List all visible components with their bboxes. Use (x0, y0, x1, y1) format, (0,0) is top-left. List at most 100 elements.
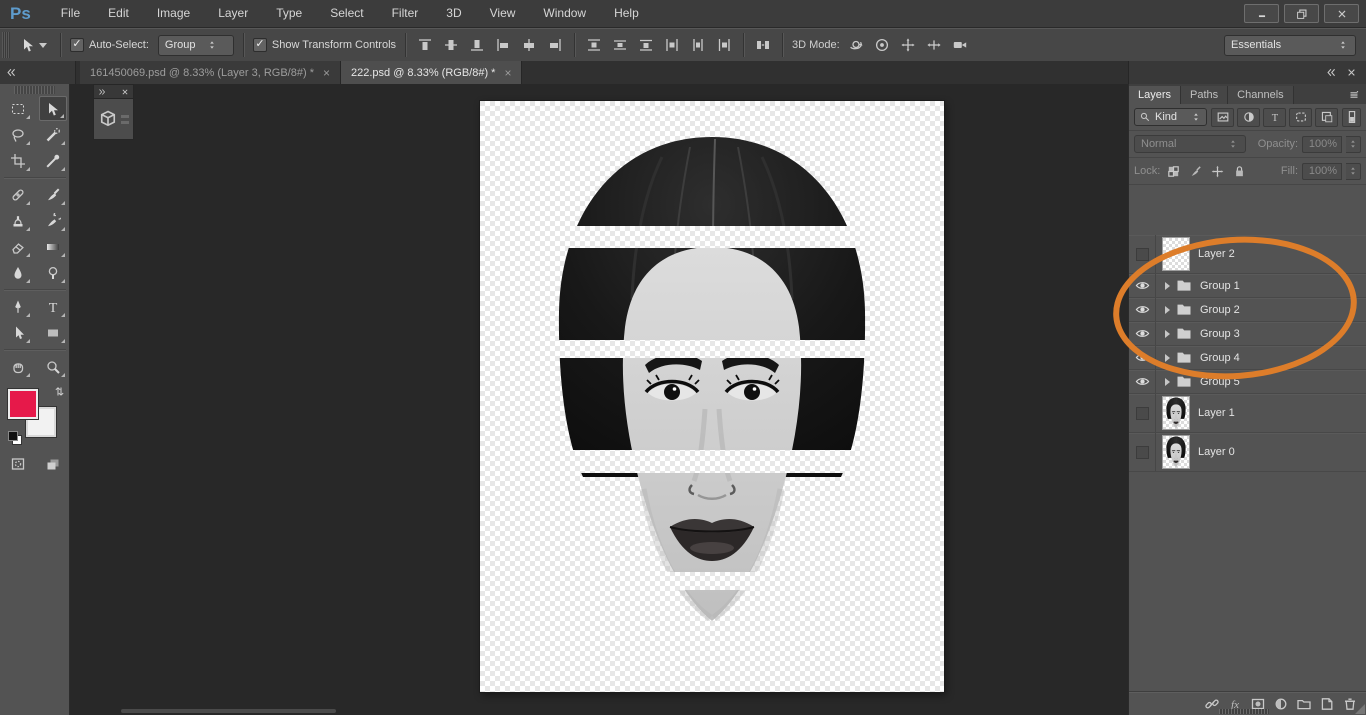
default-colors-icon[interactable] (8, 431, 22, 445)
chevrons-left-icon[interactable] (1324, 66, 1337, 79)
new-group-button[interactable] (1296, 696, 1312, 712)
3d-drag-button[interactable] (898, 35, 918, 55)
document-tab[interactable]: 161450069.psd @ 8.33% (Layer 3, RGB/8#) … (80, 61, 341, 84)
align-horizontal-centers-button[interactable] (519, 35, 539, 55)
filter-kind-dropdown[interactable]: Kind (1134, 108, 1208, 126)
restore-button[interactable] (1284, 4, 1319, 23)
filter-pixel-button[interactable] (1211, 107, 1235, 127)
distribute-left-edges-button[interactable] (662, 35, 682, 55)
lock-transparency-button[interactable] (1166, 164, 1181, 179)
document-tab[interactable]: 222.psd @ 8.33% (RGB/8#) * × (341, 61, 523, 84)
options-grip[interactable] (2, 32, 10, 58)
canvas-pasteboard[interactable] (71, 84, 1128, 715)
lock-all-button[interactable] (1232, 164, 1247, 179)
zoom-tool[interactable] (39, 354, 67, 379)
close-x-icon[interactable] (1345, 66, 1358, 79)
distribute-top-edges-button[interactable] (584, 35, 604, 55)
visibility-eye-toggle[interactable] (1129, 322, 1156, 345)
type-tool[interactable]: T (39, 294, 67, 319)
fill-dropdown-arrow[interactable] (1346, 162, 1361, 180)
horizontal-scrollbar[interactable] (121, 709, 336, 713)
visibility-toggle-empty[interactable] (1129, 433, 1156, 471)
active-tool-preset[interactable] (16, 37, 51, 53)
tools-grip[interactable] (14, 86, 55, 94)
minimize-button[interactable] (1244, 4, 1279, 23)
panel-icon-button[interactable] (93, 99, 134, 140)
opacity-value[interactable]: 100% (1302, 135, 1343, 153)
foreground-color-swatch[interactable] (7, 388, 39, 420)
align-left-edges-button[interactable] (493, 35, 513, 55)
menu-item-help[interactable]: Help (600, 0, 653, 27)
filter-adjustment-button[interactable] (1237, 107, 1261, 127)
3d-orbit-button[interactable] (846, 35, 866, 55)
pen-tool[interactable] (4, 294, 32, 319)
menu-item-view[interactable]: View (476, 0, 530, 27)
eraser-tool[interactable] (4, 234, 32, 259)
panel-tab-paths[interactable]: Paths (1181, 86, 1229, 104)
disclosure-triangle-icon[interactable] (1165, 353, 1170, 362)
tab-close-icon[interactable]: × (504, 66, 511, 80)
layer-row[interactable]: Group 4 (1129, 346, 1366, 370)
clone-stamp-tool[interactable] (4, 208, 32, 233)
new-layer-button[interactable] (1319, 696, 1335, 712)
align-right-edges-button[interactable] (545, 35, 565, 55)
quick-mask-button[interactable] (4, 451, 32, 476)
lock-pixels-button[interactable] (1188, 164, 1203, 179)
screen-mode-button[interactable] (39, 451, 67, 476)
layer-row[interactable]: Group 1 (1129, 274, 1366, 298)
filter-shape-button[interactable] (1289, 107, 1313, 127)
tab-close-icon[interactable]: × (323, 66, 330, 80)
expand-panel-icon[interactable] (97, 87, 107, 97)
menu-item-type[interactable]: Type (262, 0, 316, 27)
layer-thumbnail[interactable] (1162, 396, 1190, 430)
menu-item-layer[interactable]: Layer (204, 0, 262, 27)
distribute-horizontal-centers-button[interactable] (688, 35, 708, 55)
visibility-toggle-empty[interactable] (1129, 235, 1156, 273)
distribute-spacing-button[interactable] (753, 35, 773, 55)
distribute-vertical-centers-button[interactable] (610, 35, 630, 55)
quick-selection-tool[interactable] (39, 122, 67, 147)
dodge-tool[interactable] (39, 260, 67, 285)
visibility-toggle-empty[interactable] (1129, 394, 1156, 432)
disclosure-triangle-icon[interactable] (1165, 305, 1170, 314)
align-vertical-centers-button[interactable] (441, 35, 461, 55)
align-bottom-edges-button[interactable] (467, 35, 487, 55)
layer-row[interactable]: Group 3 (1129, 322, 1366, 346)
panel-resize-grip[interactable] (1219, 709, 1269, 714)
filter-toggle-switch[interactable] (1342, 107, 1361, 127)
blur-tool[interactable] (4, 260, 32, 285)
menu-item-filter[interactable]: Filter (378, 0, 433, 27)
auto-select-target-dropdown[interactable]: Group (157, 34, 234, 56)
hand-tool[interactable] (4, 354, 32, 379)
disclosure-triangle-icon[interactable] (1165, 281, 1170, 290)
menu-item-window[interactable]: Window (529, 0, 600, 27)
layer-row[interactable]: Layer 2 (1129, 235, 1366, 274)
blend-mode-dropdown[interactable]: Normal (1134, 135, 1246, 153)
spot-healing-brush-tool[interactable] (4, 182, 32, 207)
link-layers-button[interactable] (1204, 696, 1220, 712)
align-top-edges-button[interactable] (415, 35, 435, 55)
adjustment-layer-button[interactable] (1273, 696, 1289, 712)
workspace-switcher[interactable]: Essentials (1224, 34, 1356, 56)
rectangle-shape-tool[interactable] (39, 320, 67, 345)
path-selection-tool[interactable] (4, 320, 32, 345)
chevrons-left-icon[interactable] (4, 66, 17, 79)
3d-roll-button[interactable] (872, 35, 892, 55)
close-panel-icon[interactable] (120, 87, 130, 97)
filter-type-button[interactable]: T (1263, 107, 1287, 127)
disclosure-triangle-icon[interactable] (1165, 329, 1170, 338)
menu-item-edit[interactable]: Edit (94, 0, 143, 27)
filter-smart-button[interactable] (1315, 107, 1339, 127)
layer-thumbnail[interactable] (1162, 237, 1190, 271)
3d-camera-button[interactable] (950, 35, 970, 55)
close-button[interactable] (1324, 4, 1359, 23)
layer-row[interactable]: Layer 0 (1129, 433, 1366, 472)
distribute-right-edges-button[interactable] (714, 35, 734, 55)
visibility-eye-toggle[interactable] (1129, 274, 1156, 297)
layer-row[interactable]: Layer 1 (1129, 394, 1366, 433)
rectangular-marquee-tool[interactable] (4, 96, 32, 121)
gradient-tool[interactable] (39, 234, 67, 259)
menu-item-3d[interactable]: 3D (432, 0, 475, 27)
history-brush-tool[interactable] (39, 208, 67, 233)
menu-item-image[interactable]: Image (143, 0, 204, 27)
